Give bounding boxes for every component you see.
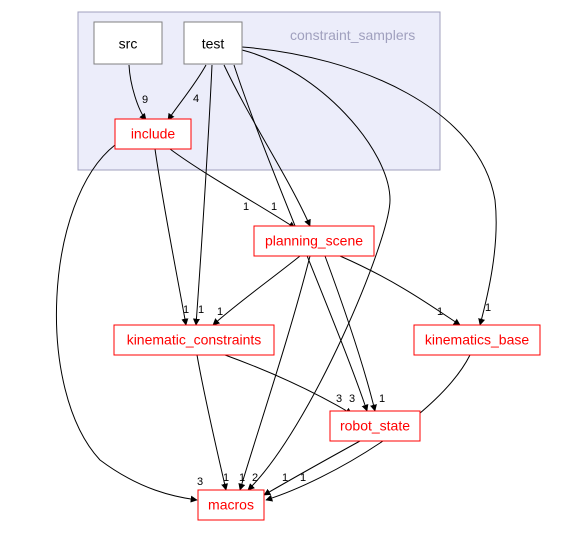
edge-label-test-include: 4 [193,93,199,105]
node-planning-scene[interactable]: planning_scene [254,226,374,256]
node-robot-state[interactable]: robot_state [330,411,420,441]
edge-label-test-kc: 1 [198,304,204,316]
edge-label-test-kb: 1 [485,302,491,314]
edge-label-ps-rs: 1 [379,393,385,405]
edge-label-include-macros: 3 [197,476,203,488]
edge-include-macros [56,145,197,500]
edge-rs-macros [264,441,360,495]
edge-ps-macros [240,256,310,490]
node-macros-label: macros [208,497,254,513]
node-macros[interactable]: macros [198,490,264,520]
node-include[interactable]: include [115,119,191,149]
edge-ps-kc [213,256,300,325]
cluster-label: constraint_samplers [290,27,415,43]
edge-label-kc-rs: 3 [336,393,342,405]
edge-label-test-robot-state: 3 [349,393,355,405]
node-kinematic-constraints[interactable]: kinematic_constraints [114,325,274,355]
edge-kc-macros [197,355,226,490]
node-kb-label: kinematics_base [425,332,529,348]
edge-label-test-planning-scene: 1 [271,201,277,213]
edge-label-kc-macros: 1 [223,472,229,484]
node-planning-scene-label: planning_scene [265,233,363,249]
node-src-label: src [119,36,138,52]
edge-label-test-macros: 2 [252,472,258,484]
edge-label-rs-macros: 1 [282,472,288,484]
edge-label-ps-macros: 1 [239,472,245,484]
node-test[interactable]: test [184,22,242,64]
node-test-label: test [202,36,225,52]
edge-kc-rs [225,355,352,414]
edge-label-src-include: 9 [142,94,148,106]
node-kinematics-base[interactable]: kinematics_base [414,325,540,355]
node-rs-label: robot_state [340,418,410,434]
node-kc-label: kinematic_constraints [127,332,262,348]
edge-label-ps-kc: 1 [217,306,223,318]
node-src[interactable]: src [94,22,162,64]
edge-include-kc [155,149,186,325]
edge-label-include-kc: 1 [183,304,189,316]
edge-label-ps-kb: 1 [437,306,443,318]
edge-label-include-planning-scene: 1 [243,201,249,213]
node-include-label: include [131,126,176,142]
